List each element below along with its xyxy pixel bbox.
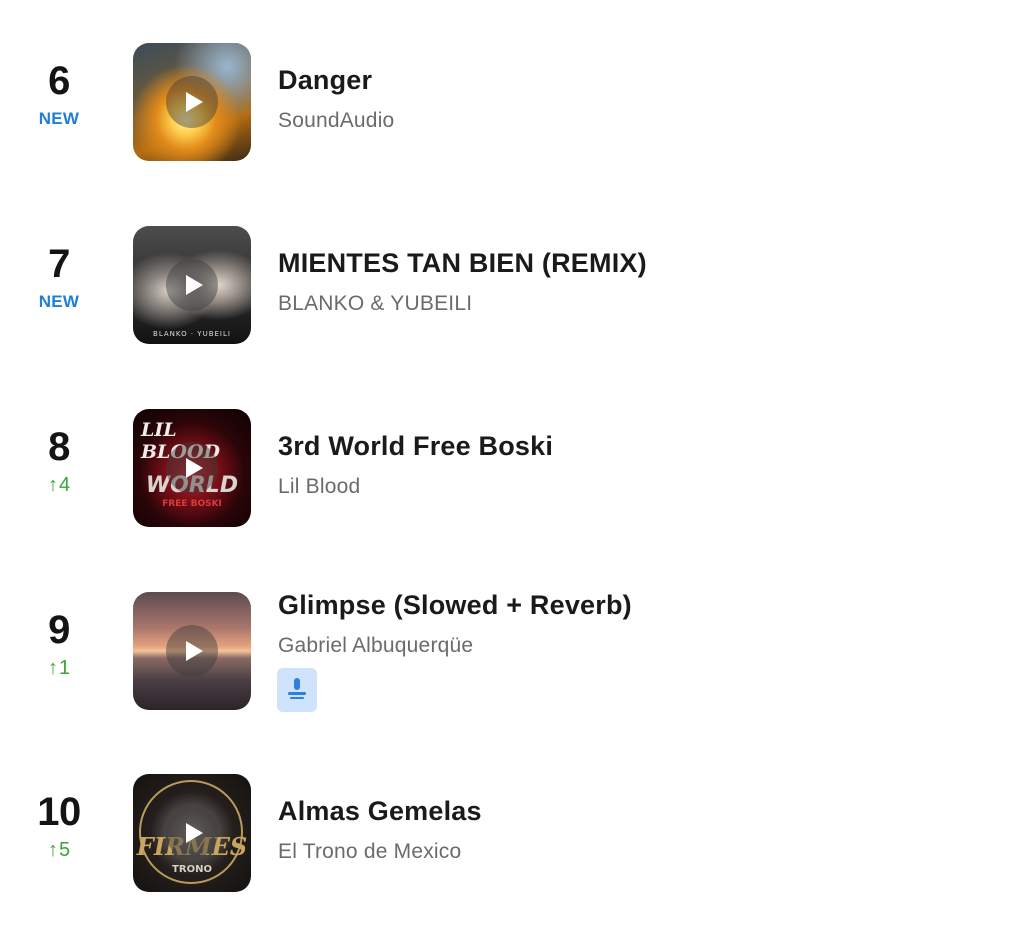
play-icon [186,275,203,295]
rank-column: 8 ↑4 [18,425,100,497]
song-title[interactable]: 3rd World Free Boski [278,431,553,462]
song-title[interactable]: Almas Gemelas [278,796,482,827]
rank-column: 10 ↑5 [18,790,100,862]
play-button[interactable] [166,625,218,677]
album-artwork[interactable] [133,592,251,710]
artist-name[interactable]: Gabriel Albuquerqüe [278,634,473,658]
chart-row-7[interactable]: 7 NEW BLANKO · YUBEILI MIENTES TAN BIEN … [0,226,1024,346]
new-badge: NEW [38,292,80,311]
rank-change-up: ↑5 [18,838,100,862]
play-icon [186,458,203,478]
rank-change-up: ↑4 [18,473,100,497]
new-badge: NEW [38,109,80,128]
rank-number: 9 [48,608,70,652]
download-icon[interactable] [277,668,317,712]
album-artwork[interactable]: FIRMES TRONO [133,774,251,892]
rank-change-up: ↑1 [18,656,100,680]
chart-list: 6 NEW Danger SoundAudio 7 NEW BLANKO · Y… [0,0,1024,928]
rank-column: 9 ↑1 [18,608,100,680]
chart-row-8[interactable]: 8 ↑4 LIL BLOOD WORLD FREE BOSKI 3rd Worl… [0,409,1024,529]
artwork-text-bottom: TRONO [172,864,212,875]
album-artwork[interactable]: BLANKO · YUBEILI [133,226,251,344]
rank-change-value: 5 [58,839,71,861]
play-icon [186,92,203,112]
chart-row-10[interactable]: 10 ↑5 FIRMES TRONO Almas Gemelas El Tron… [0,774,1024,894]
song-title[interactable]: Glimpse (Slowed + Reverb) [278,590,632,621]
artwork-text-bottom: FREE BOSKI [162,499,222,509]
rank-column: 7 NEW [18,242,100,314]
rank-number: 6 [48,59,70,103]
play-button[interactable] [166,259,218,311]
artwork-caption: BLANKO · YUBEILI [153,330,231,338]
play-icon [186,641,203,661]
album-artwork[interactable] [133,43,251,161]
artist-name[interactable]: El Trono de Mexico [278,840,461,864]
rank-number: 10 [37,790,81,834]
chart-row-6[interactable]: 6 NEW Danger SoundAudio [0,43,1024,163]
rank-change-value: 1 [58,657,71,679]
album-artwork[interactable]: LIL BLOOD WORLD FREE BOSKI [133,409,251,527]
up-arrow-icon: ↑ [47,474,58,496]
rank-column: 6 NEW [18,59,100,131]
chart-row-9[interactable]: 9 ↑1 Glimpse (Slowed + Reverb) Gabriel A… [0,590,1024,722]
up-arrow-icon: ↑ [47,657,58,679]
artist-name[interactable]: BLANKO & YUBEILI [278,292,472,316]
play-button[interactable] [166,807,218,859]
artist-name[interactable]: SoundAudio [278,109,394,133]
rank-number: 7 [48,242,70,286]
play-icon [186,823,203,843]
song-title[interactable]: Danger [278,65,372,96]
rank-change-value: 4 [58,474,71,496]
song-title[interactable]: MIENTES TAN BIEN (REMIX) [278,248,647,279]
artist-name[interactable]: Lil Blood [278,475,360,499]
play-button[interactable] [166,76,218,128]
rank-number: 8 [48,425,70,469]
download-glyph [288,678,306,699]
play-button[interactable] [166,442,218,494]
up-arrow-icon: ↑ [47,839,58,861]
